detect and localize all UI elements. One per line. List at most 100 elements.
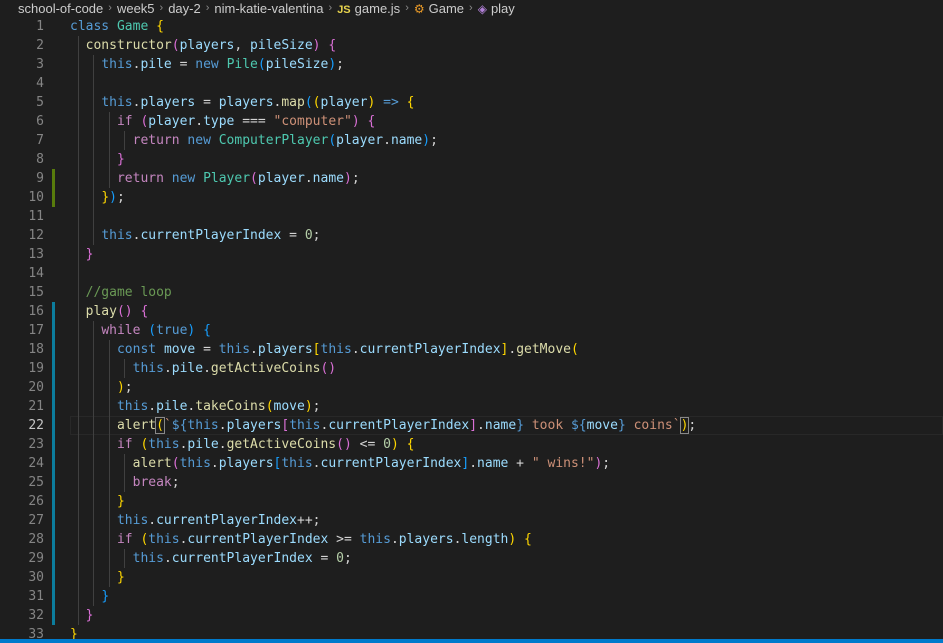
line-number: 11 [28,209,44,224]
line-number: 30 [28,570,44,585]
code-line[interactable]: 8 } [0,150,943,169]
breadcrumb-folder-week5[interactable]: week5 [115,1,157,16]
breadcrumb-symbol-game-label: Game [428,0,465,16]
chevron-right-icon: › [159,2,164,14]
breadcrumb-file[interactable]: JS game.js [335,1,402,16]
git-added-marker [52,302,55,321]
code-line[interactable]: 13 } [0,245,943,264]
line-code: } [70,627,78,639]
code-line[interactable]: 10 }); [0,188,943,207]
code-line[interactable]: 30 } [0,568,943,587]
line-number: 7 [36,133,44,148]
code-line[interactable]: 33 } [0,625,943,639]
git-added-marker [52,606,55,625]
git-added-marker [52,473,55,492]
git-added-marker [52,378,55,397]
git-added-marker [52,397,55,416]
code-line[interactable]: 23 if (this.pile.getActiveCoins() <= 0) … [0,435,943,454]
line-code: return new Player(player.name); [116,171,360,186]
line-code: class Game { [70,19,164,34]
line-number: 9 [36,171,44,186]
code-line[interactable]: 18 const move = this.players[this.curren… [0,340,943,359]
line-code: if (this.currentPlayerIndex >= this.play… [116,532,532,547]
chevron-right-icon: › [405,2,409,14]
line-number: 13 [28,247,44,262]
line-code: play() { [85,304,149,319]
git-added-marker [52,568,55,587]
breadcrumb-symbol-play[interactable]: ◈ play [476,1,517,16]
git-added-marker [52,587,55,606]
line-number: 21 [28,399,44,414]
chevron-right-icon: › [469,2,473,14]
code-line[interactable]: 24 alert(this.players[this.currentPlayer… [0,454,943,473]
code-line[interactable]: 20 ); [0,378,943,397]
line-number: 3 [36,57,44,72]
method-symbol-icon: ◈ [477,1,487,16]
line-number: 20 [28,380,44,395]
code-line[interactable]: 2 constructor(players, pileSize) { [0,36,943,55]
line-code: alert(`${this.players[this.currentPlayer… [116,417,697,434]
code-line[interactable]: 14 [0,264,943,283]
line-code: this.pile.takeCoins(move); [116,399,321,414]
breadcrumb-folder-nim-katie-valentina[interactable]: nim-katie-valentina [212,1,325,16]
line-code: this.pile = new Pile(pileSize); [101,57,344,72]
line-code: } [116,152,125,167]
code-line[interactable]: 11 [0,207,943,226]
code-line[interactable]: 3 this.pile = new Pile(pileSize); [0,55,943,74]
code-line[interactable]: 28 if (this.currentPlayerIndex >= this.p… [0,530,943,549]
javascript-file-icon: JS [337,3,351,16]
line-code: } [101,589,110,604]
code-line-active[interactable]: 22 alert(`${this.players[this.currentPla… [0,416,943,435]
code-line[interactable]: 21 this.pile.takeCoins(move); [0,397,943,416]
code-line[interactable]: 9 return new Player(player.name); [0,169,943,188]
line-number: 17 [28,323,44,338]
line-number: 6 [36,114,44,129]
line-code: return new ComputerPlayer(player.name); [132,133,438,148]
code-line[interactable]: 32 } [0,606,943,625]
status-bar [0,639,943,643]
code-line[interactable]: 5 this.players = players.map((player) =>… [0,93,943,112]
code-line[interactable]: 25 break; [0,473,943,492]
line-number: 29 [28,551,44,566]
chevron-right-icon: › [108,2,112,14]
line-code: }); [101,190,125,205]
line-number: 18 [28,342,44,357]
line-code: alert(this.players[this.currentPlayerInd… [132,456,611,471]
git-added-marker [52,340,55,359]
code-line[interactable]: 29 this.currentPlayerIndex = 0; [0,549,943,568]
line-number: 24 [28,456,44,471]
breadcrumb-folder-day-2[interactable]: day-2 [166,1,203,16]
code-line[interactable]: 16 play() { [0,302,943,321]
line-number: 31 [28,589,44,604]
breadcrumb-file-label: game.js [354,0,401,16]
code-line[interactable]: 12 this.currentPlayerIndex = 0; [0,226,943,245]
breadcrumb-symbol-game[interactable]: ⚙ Game [412,1,466,16]
line-number: 26 [28,494,44,509]
code-line[interactable]: 7 return new ComputerPlayer(player.name)… [0,131,943,150]
line-code: this.currentPlayerIndex = 0; [132,551,352,566]
code-line[interactable]: 31 } [0,587,943,606]
line-code: this.pile.getActiveCoins() [132,361,337,376]
line-number: 32 [28,608,44,623]
code-line[interactable]: 19 this.pile.getActiveCoins() [0,359,943,378]
code-line[interactable]: 15 //game loop [0,283,943,302]
breadcrumb-folder-school-of-code[interactable]: school-of-code [0,1,105,16]
git-added-marker [52,321,55,340]
line-number: 22 [28,418,44,433]
code-line[interactable]: 4 [0,74,943,93]
code-line[interactable]: 17 while (true) { [0,321,943,340]
line-code: } [85,247,94,262]
code-editor[interactable]: 1 class Game { 2 constructor(players, pi… [0,17,943,639]
code-line[interactable]: 1 class Game { [0,17,943,36]
line-number: 19 [28,361,44,376]
code-line[interactable]: 27 this.currentPlayerIndex++; [0,511,943,530]
git-added-marker [52,454,55,473]
code-line[interactable]: 26 } [0,492,943,511]
line-number: 14 [28,266,44,281]
line-number: 5 [36,95,44,110]
git-added-marker [52,530,55,549]
git-modified-marker [52,169,55,188]
line-number: 23 [28,437,44,452]
code-line[interactable]: 6 if (player.type === "computer") { [0,112,943,131]
line-code: this.currentPlayerIndex++; [116,513,321,528]
